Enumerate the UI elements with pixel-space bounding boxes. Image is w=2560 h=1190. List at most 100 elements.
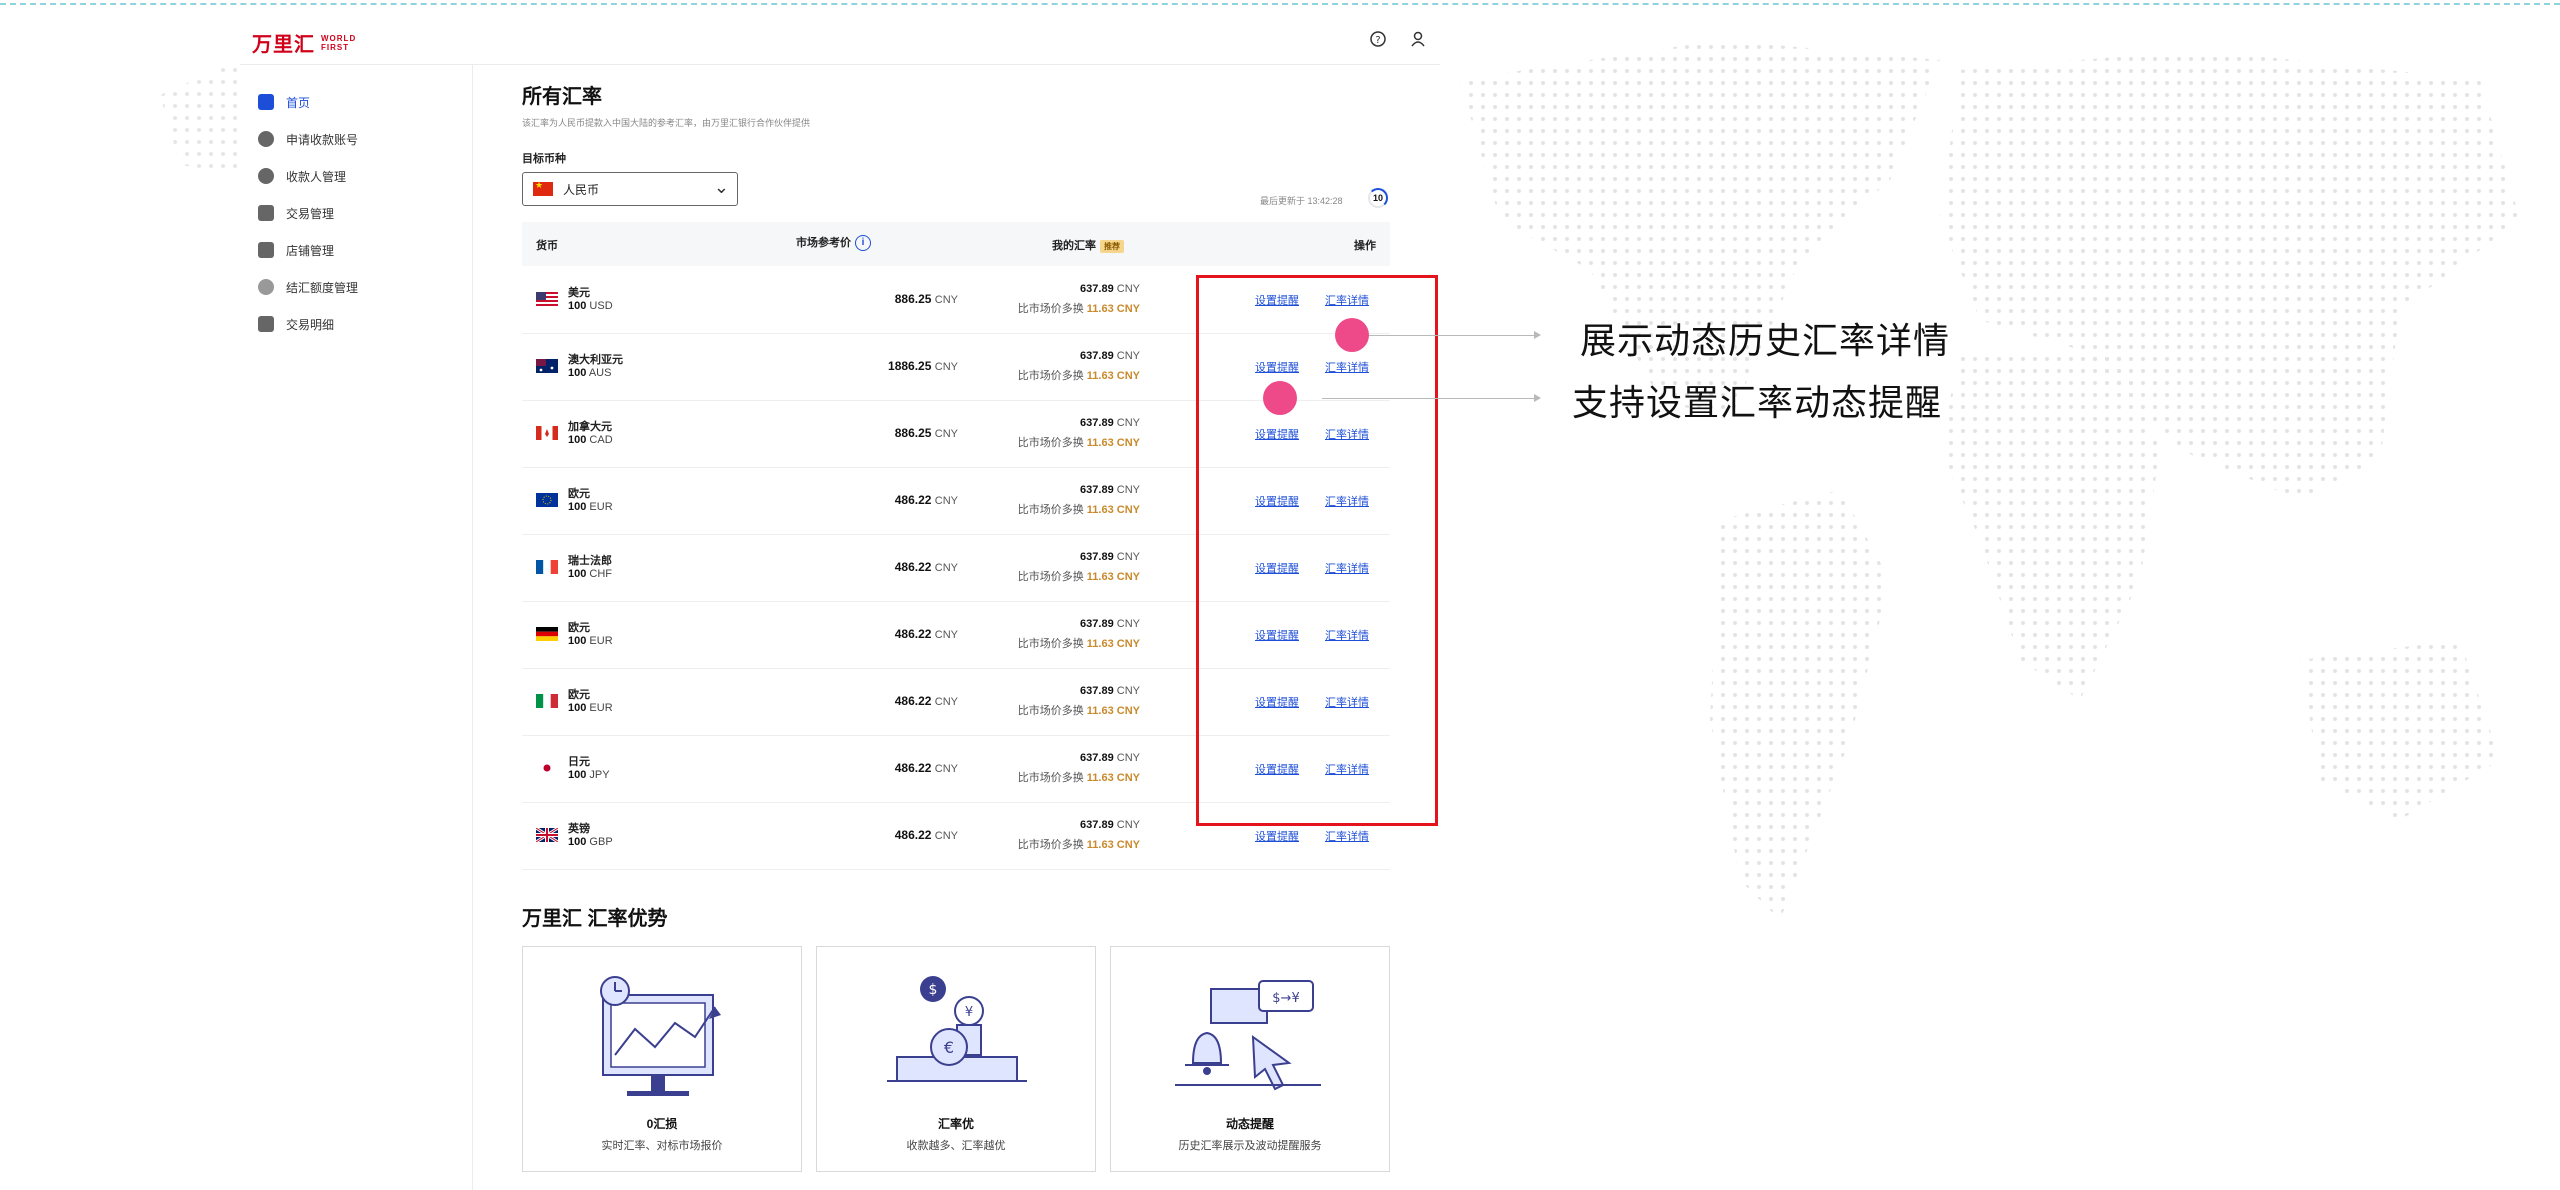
my-rate: 637.89 CNY bbox=[1080, 685, 1140, 697]
market-rate: 486.22 CNY bbox=[894, 627, 958, 641]
advantage-card-zero-loss: 0汇损 实时汇率、对标市场报价 bbox=[522, 946, 802, 1172]
top-dashed-guide bbox=[0, 3, 2560, 5]
eu-flag-icon bbox=[536, 493, 558, 507]
currency-name: 日元 bbox=[568, 756, 590, 768]
annotation-connector bbox=[1322, 398, 1534, 399]
sidebar-nav: 首页 申请收款账号 收款人管理 交易管理 店铺管理 结汇额度管理 交易明细 bbox=[240, 65, 473, 1190]
sidebar-item-home[interactable]: 首页 bbox=[258, 88, 310, 116]
my-rate: 637.89 CNY bbox=[1080, 350, 1140, 362]
rate-gain: 比市场价多换 11.63 CNY bbox=[1017, 504, 1140, 516]
market-rate: 486.22 CNY bbox=[894, 560, 958, 574]
sidebar-item-stores[interactable]: 店铺管理 bbox=[258, 236, 334, 264]
logo-en: WORLD FIRST bbox=[321, 33, 357, 52]
advantage-title: 汇率优 bbox=[937, 1117, 974, 1131]
svg-text:€: € bbox=[944, 1038, 954, 1057]
currency-name: 欧元 bbox=[568, 488, 590, 500]
target-currency-select[interactable]: 人民币 ⌄ bbox=[522, 172, 738, 206]
target-currency-value: 人民币 bbox=[563, 182, 600, 197]
my-rate: 637.89 CNY bbox=[1080, 618, 1140, 630]
market-rate: 486.22 CNY bbox=[894, 493, 958, 507]
advantage-subtitle: 收款越多、汇率越优 bbox=[906, 1140, 1006, 1152]
sidebar-item-apply-account[interactable]: 申请收款账号 bbox=[258, 125, 358, 153]
world-map-background bbox=[1460, 40, 2520, 920]
market-rate: 1886.25 CNY bbox=[888, 359, 958, 373]
recommend-badge: 推荐 bbox=[1100, 239, 1124, 253]
refresh-countdown[interactable]: 10 bbox=[1368, 188, 1388, 208]
us-flag-icon bbox=[536, 292, 558, 306]
page-title: 所有汇率 bbox=[522, 86, 602, 108]
sidebar-item-payees[interactable]: 收款人管理 bbox=[258, 162, 346, 190]
currency-name: 欧元 bbox=[568, 622, 590, 634]
rate-gain: 比市场价多换 11.63 CNY bbox=[1017, 705, 1140, 717]
rate-gain: 比市场价多换 11.63 CNY bbox=[1017, 370, 1140, 382]
rate-gain: 比市场价多换 11.63 CNY bbox=[1017, 437, 1140, 449]
advantage-subtitle: 历史汇率展示及波动提醒服务 bbox=[1178, 1140, 1322, 1152]
info-icon[interactable]: i bbox=[855, 235, 871, 252]
rate-gain: 比市场价多换 11.63 CNY bbox=[1017, 839, 1140, 851]
help-circle-icon[interactable]: ? bbox=[1368, 30, 1388, 50]
svg-text:$: $ bbox=[929, 982, 938, 998]
sidebar-item-label: 首页 bbox=[286, 95, 311, 110]
currency-name: 瑞士法郎 bbox=[568, 555, 612, 567]
currency-amount: 100 EUR bbox=[568, 501, 613, 513]
advantage-card-better-rate: $ ¥ € 汇率优 收款越多、汇率越优 bbox=[816, 946, 1096, 1172]
sidebar-item-details[interactable]: 交易明细 bbox=[258, 310, 334, 338]
rate-detail-link[interactable]: 汇率详情 bbox=[1325, 828, 1369, 844]
my-rate: 637.89 CNY bbox=[1080, 283, 1140, 295]
sidebar-item-label: 交易管理 bbox=[286, 206, 335, 221]
bell-alert-icon: $→¥ bbox=[1175, 980, 1321, 1091]
annotation-alert-text: 支持设置汇率动态提醒 bbox=[1572, 383, 1943, 424]
currency-name: 澳大利亚元 bbox=[568, 354, 623, 366]
table-header: 货币 市场参考价 i 我的汇率 推荐 操作 bbox=[522, 222, 1390, 266]
currency-amount: 100 EUR bbox=[568, 635, 613, 647]
sidebar-item-label: 交易明细 bbox=[286, 317, 335, 332]
au-flag-icon bbox=[536, 359, 558, 373]
transaction-icon bbox=[258, 205, 274, 221]
col-market: 市场参考价 i bbox=[796, 234, 871, 252]
sidebar-item-label: 收款人管理 bbox=[286, 169, 347, 184]
coins-icon: $ ¥ € bbox=[887, 976, 1027, 1082]
currency-name: 欧元 bbox=[568, 689, 590, 701]
currency-name: 加拿大元 bbox=[568, 421, 612, 433]
annotation-detail-text: 展示动态历史汇率详情 bbox=[1580, 321, 1951, 362]
advantage-title: 动态提醒 bbox=[1225, 1117, 1274, 1131]
de-flag-icon bbox=[536, 627, 558, 641]
sidebar-item-label: 店铺管理 bbox=[286, 243, 335, 258]
currency-amount: 100 CHF bbox=[568, 568, 613, 580]
chevron-down-icon: ⌄ bbox=[713, 177, 729, 197]
arrow-icon bbox=[1534, 394, 1541, 402]
currency-name: 美元 bbox=[568, 287, 590, 299]
my-rate: 637.89 CNY bbox=[1080, 417, 1140, 429]
currency-amount: 100 AUS bbox=[568, 367, 612, 379]
currency-name: 英镑 bbox=[568, 823, 590, 835]
annotation-marker-detail bbox=[1335, 318, 1369, 352]
market-rate: 886.25 CNY bbox=[894, 292, 958, 306]
sidebar-item-transactions[interactable]: 交易管理 bbox=[258, 199, 334, 227]
last-updated-text: 最后更新于 13:42:28 bbox=[1260, 196, 1343, 206]
exchange-glyph: $→¥ bbox=[1272, 991, 1299, 1006]
logo-text: 万里汇 bbox=[252, 34, 315, 56]
market-rate: 486.22 CNY bbox=[894, 828, 958, 842]
advantage-card-dynamic-alert: $→¥ 动态提醒 历史汇率展示及波动提醒服务 bbox=[1110, 946, 1390, 1172]
rate-gain: 比市场价多换 11.63 CNY bbox=[1017, 571, 1140, 583]
sidebar-item-quota[interactable]: 结汇额度管理 bbox=[258, 273, 358, 301]
advantage-subtitle: 实时汇率、对标市场报价 bbox=[601, 1140, 723, 1152]
brand-logo[interactable]: 万里汇 WORLD FIRST bbox=[252, 28, 356, 57]
arrow-icon bbox=[1534, 331, 1541, 339]
store-icon bbox=[258, 242, 274, 258]
monitor-chart-icon bbox=[600, 976, 721, 1096]
col-currency: 货币 bbox=[536, 240, 558, 252]
svg-text:¥: ¥ bbox=[965, 1005, 973, 1020]
home-icon bbox=[258, 94, 274, 110]
cn-flag-icon bbox=[533, 180, 553, 196]
user-icon[interactable] bbox=[1408, 30, 1428, 50]
advantages-title: 万里汇 汇率优势 bbox=[522, 908, 668, 930]
gb-flag-icon bbox=[535, 826, 559, 844]
currency-amount: 100 USD bbox=[568, 300, 613, 312]
annotation-marker-alert bbox=[1263, 381, 1297, 415]
set-alert-link[interactable]: 设置提醒 bbox=[1255, 828, 1299, 844]
my-rate: 637.89 CNY bbox=[1080, 752, 1140, 764]
annotation-connector bbox=[1369, 335, 1534, 336]
svg-text:?: ? bbox=[1375, 35, 1380, 46]
my-rate: 637.89 CNY bbox=[1080, 819, 1140, 831]
